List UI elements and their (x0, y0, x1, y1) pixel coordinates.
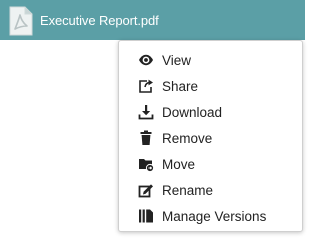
menu-item-label: Manage Versions (162, 208, 267, 224)
eye-icon (138, 52, 154, 68)
menu-item-label: Move (162, 156, 196, 172)
menu-item-remove[interactable]: Remove (119, 125, 302, 151)
stage: Executive Report.pdf View Share Download… (0, 0, 305, 249)
file-row[interactable]: Executive Report.pdf (0, 0, 305, 40)
folder-move-icon (138, 156, 154, 172)
menu-item-move[interactable]: Move (119, 151, 302, 177)
menu-item-share[interactable]: Share (119, 73, 302, 99)
menu-item-label: Rename (162, 182, 214, 198)
menu-item-label: Download (162, 104, 223, 120)
share-icon (138, 78, 154, 94)
trash-icon (138, 130, 154, 146)
menu-item-manage-versions[interactable]: Manage Versions (119, 203, 302, 229)
menu-item-rename[interactable]: Rename (119, 177, 302, 203)
menu-item-view[interactable]: View (119, 47, 302, 73)
menu-item-label: Share (162, 78, 199, 94)
rename-icon (138, 182, 154, 198)
download-icon (138, 104, 154, 120)
pdf-file-icon (9, 5, 33, 36)
menu-item-label: Remove (162, 130, 213, 146)
menu-item-label: View (162, 52, 192, 68)
versions-icon (138, 208, 154, 224)
file-name[interactable]: Executive Report.pdf (40, 13, 159, 28)
menu-item-download[interactable]: Download (119, 99, 302, 125)
context-menu: View Share Download Remove Move Rename M… (118, 40, 303, 232)
